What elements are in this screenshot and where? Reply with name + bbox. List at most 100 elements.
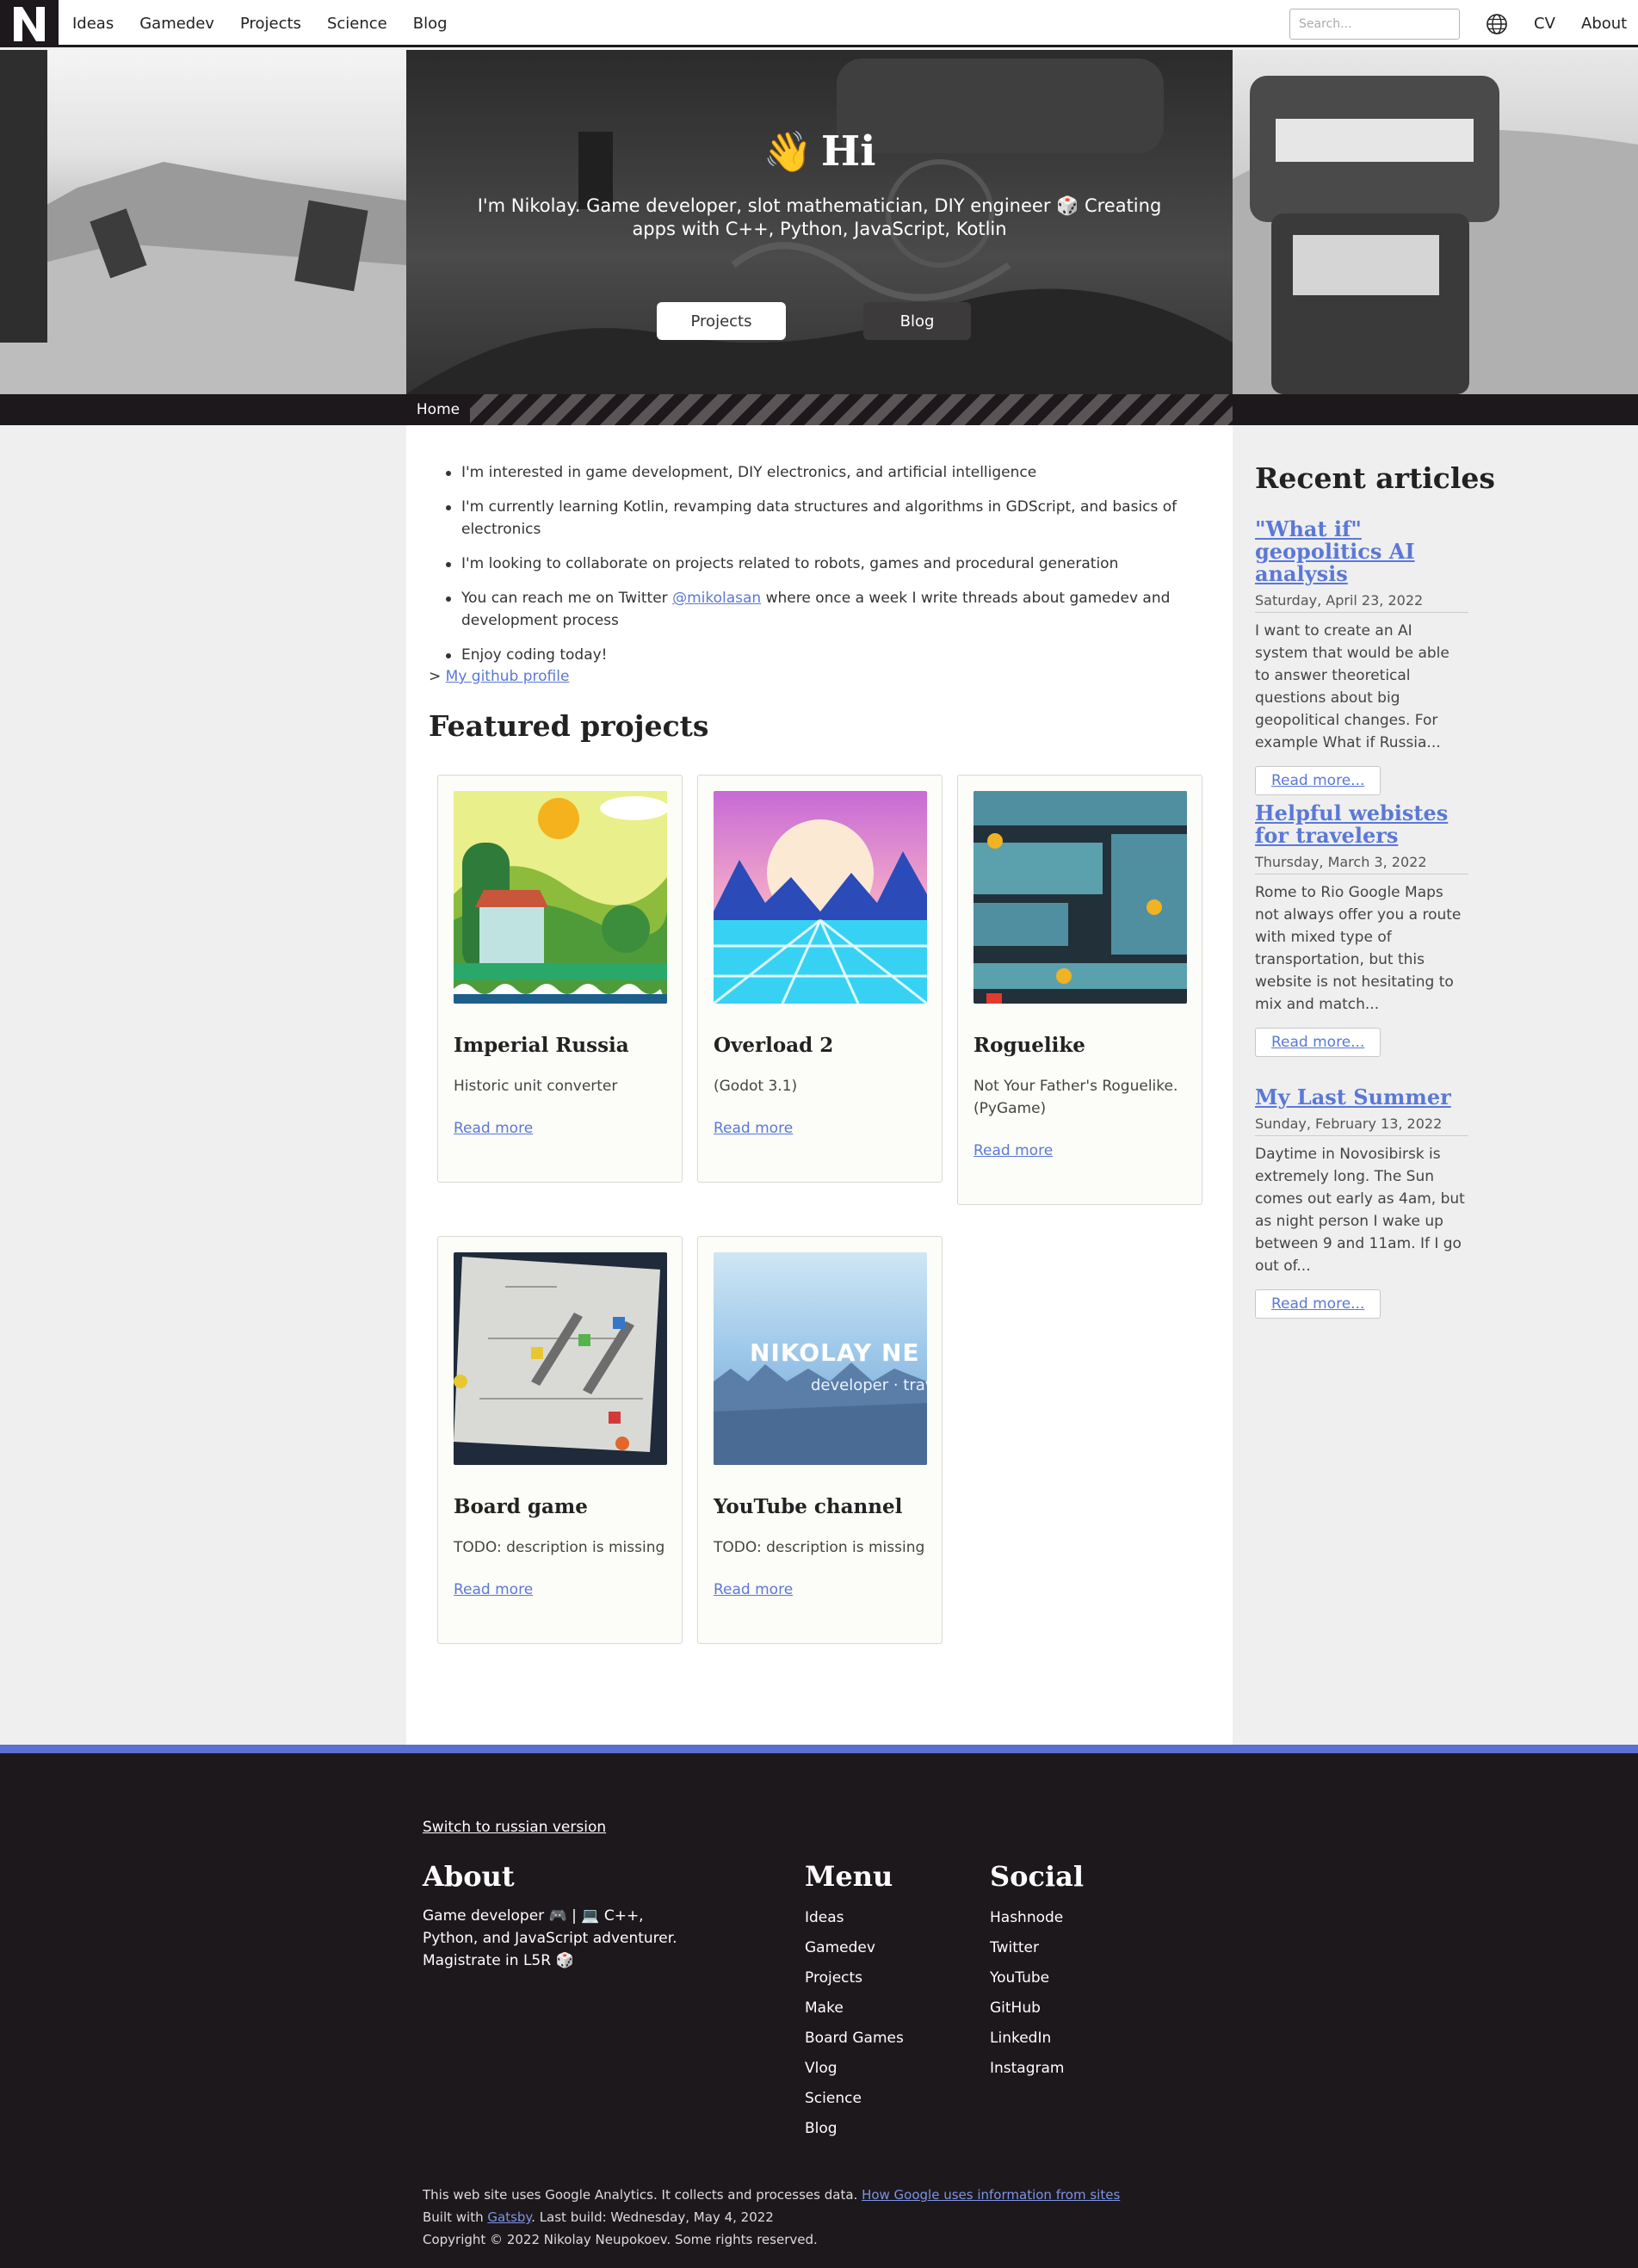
footer-menu-item-science[interactable]: Science: [805, 2084, 904, 2114]
intro-item: Enjoy coding today!: [439, 644, 1214, 666]
switch-language-link[interactable]: Switch to russian version: [423, 1819, 606, 1836]
footer-accent-line: [0, 1745, 1638, 1753]
project-description: (Godot 3.1): [714, 1078, 798, 1095]
project-card-youtube-channel[interactable]: NIKOLAY NE developer · trave YouTube cha…: [697, 1236, 943, 1644]
analytics-policy-link[interactable]: How Google uses information from sites: [862, 2187, 1120, 2203]
article-preview: "What if" geopolitics AI analysis Saturd…: [1255, 518, 1468, 795]
hero-banner: 👋 Hi I'm Nikolay. Game developer, slot ma…: [0, 50, 1638, 394]
article-preview: My Last Summer Sunday, February 13, 2022…: [1255, 1086, 1468, 1319]
footer-social-linkedin[interactable]: LinkedIn: [990, 2024, 1065, 2054]
footer-social-hashnode[interactable]: Hashnode: [990, 1903, 1065, 1933]
gatsby-link[interactable]: Gatsby: [487, 2209, 531, 2225]
breadcrumb[interactable]: Home: [406, 394, 470, 425]
article-read-more-button[interactable]: Read more...: [1255, 766, 1381, 795]
project-card-overload-2[interactable]: Overload 2 (Godot 3.1) Read more: [697, 775, 943, 1183]
hero-photo-left: [0, 50, 406, 394]
read-more-link[interactable]: Read more: [454, 1120, 533, 1137]
project-description: Historic unit converter: [454, 1078, 618, 1095]
footer-about-title: About: [423, 1860, 515, 1893]
build-info: Built with Gatsby. Last build: Wednesday…: [423, 2209, 774, 2225]
article-read-more-button[interactable]: Read more...: [1255, 1289, 1381, 1319]
footer-social-youtube[interactable]: YouTube: [990, 1963, 1065, 1993]
read-more-link[interactable]: Read more: [454, 1581, 533, 1598]
project-thumbnail: [974, 791, 1187, 1004]
nav-link-cv[interactable]: CV: [1534, 15, 1555, 33]
intro-list: I'm interested in game development, DIY …: [439, 461, 1214, 678]
hero-title-text: Hi: [820, 127, 876, 176]
hero-projects-button[interactable]: Projects: [657, 302, 786, 340]
footer-menu-item-projects[interactable]: Projects: [805, 1963, 904, 1993]
project-card-roguelike[interactable]: Roguelike Not Your Father's Roguelike. (…: [957, 775, 1202, 1205]
nav-link-ideas[interactable]: Ideas: [72, 15, 114, 33]
article-excerpt: Daytime in Novosibirsk is extremely long…: [1255, 1146, 1465, 1275]
project-title: Imperial Russia: [454, 1034, 629, 1057]
footer-social-instagram[interactable]: Instagram: [990, 2054, 1065, 2084]
recent-articles-title: Recent articles: [1255, 461, 1495, 495]
github-profile-link[interactable]: My github profile: [446, 668, 570, 685]
nav-link-blog[interactable]: Blog: [413, 15, 448, 33]
article-title-link[interactable]: My Last Summer: [1255, 1085, 1451, 1109]
article-date: Thursday, March 3, 2022: [1255, 854, 1468, 874]
search-input[interactable]: [1289, 9, 1460, 40]
footer-social-github[interactable]: GitHub: [990, 1993, 1065, 2024]
analytics-notice: This web site uses Google Analytics. It …: [423, 2187, 1120, 2203]
youtube-thumb-name: NIKOLAY NE: [750, 1338, 920, 1367]
project-title: Overload 2: [714, 1034, 834, 1057]
article-date: Sunday, February 13, 2022: [1255, 1115, 1468, 1136]
nav-link-science[interactable]: Science: [327, 15, 387, 33]
nav-link-gamedev[interactable]: Gamedev: [139, 15, 214, 33]
intro-item-twitter: You can reach me on Twitter @mikolasan w…: [439, 587, 1214, 632]
footer-social-title: Social: [990, 1860, 1084, 1893]
article-preview: Helpful webistes for travelers Thursday,…: [1255, 802, 1468, 1057]
built-suffix: . Last build: Wednesday, May 4, 2022: [531, 2209, 774, 2225]
project-thumbnail: NIKOLAY NE developer · trave: [714, 1252, 927, 1465]
footer-menu-item-gamedev[interactable]: Gamedev: [805, 1933, 904, 1963]
twitter-text-before: You can reach me on Twitter: [461, 590, 673, 607]
footer-social-twitter[interactable]: Twitter: [990, 1933, 1065, 1963]
main-menu: Ideas Gamedev Projects Science Blog: [72, 0, 473, 47]
footer-social-list: Hashnode Twitter YouTube GitHub LinkedIn…: [990, 1903, 1065, 2084]
featured-projects-title: Featured projects: [429, 709, 709, 743]
hero-title: 👋 Hi: [406, 127, 1233, 176]
github-prefix: >: [429, 668, 446, 685]
project-thumbnail: [454, 791, 667, 1004]
footer-menu-item-blog[interactable]: Blog: [805, 2114, 904, 2144]
footer-menu-item-vlog[interactable]: Vlog: [805, 2054, 904, 2084]
logo-n-icon: [14, 6, 45, 41]
built-prefix: Built with: [423, 2209, 488, 2225]
footer-menu-item-make[interactable]: Make: [805, 1993, 904, 2024]
main-content: I'm interested in game development, DIY …: [406, 425, 1233, 1745]
nav-link-about[interactable]: About: [1581, 15, 1627, 33]
project-card-board-game[interactable]: Board game TODO: description is missing …: [437, 1236, 683, 1644]
twitter-handle-link[interactable]: @mikolasan: [672, 590, 761, 607]
footer-menu-title: Menu: [805, 1860, 893, 1893]
project-description: TODO: description is missing: [454, 1539, 665, 1556]
hero-blog-button[interactable]: Blog: [863, 302, 971, 340]
footer-menu-item-board-games[interactable]: Board Games: [805, 2024, 904, 2054]
read-more-link[interactable]: Read more: [974, 1142, 1053, 1159]
copyright: Copyright © 2022 Nikolay Neupokoev. Some…: [423, 2232, 818, 2247]
footer-about-text: Game developer 🎮 | 💻 C++, Python, and Ja…: [423, 1907, 677, 1969]
project-thumbnail: [714, 791, 927, 1004]
footer-menu-item-ideas[interactable]: Ideas: [805, 1903, 904, 1933]
hero-photo-right: [1233, 50, 1638, 394]
hero-subtitle: I'm Nikolay. Game developer, slot mathem…: [477, 195, 1162, 239]
site-logo[interactable]: [0, 0, 59, 47]
read-more-link[interactable]: Read more: [714, 1120, 793, 1137]
github-line: > My github profile: [429, 668, 569, 685]
analytics-text: This web site uses Google Analytics. It …: [423, 2187, 862, 2203]
waving-hand-icon: 👋: [763, 128, 813, 175]
article-read-more-button[interactable]: Read more...: [1255, 1028, 1381, 1057]
language-globe-icon[interactable]: [1486, 13, 1508, 35]
nav-link-projects[interactable]: Projects: [240, 15, 301, 33]
intro-item: I'm interested in game development, DIY …: [439, 461, 1214, 484]
project-card-imperial-russia[interactable]: Imperial Russia Historic unit converter …: [437, 775, 683, 1183]
article-date: Saturday, April 23, 2022: [1255, 592, 1468, 613]
project-description: TODO: description is missing: [714, 1539, 925, 1556]
read-more-link[interactable]: Read more: [714, 1581, 793, 1598]
article-title-link[interactable]: "What if" geopolitics AI analysis: [1255, 516, 1415, 586]
article-title-link[interactable]: Helpful webistes for travelers: [1255, 800, 1448, 848]
footer-menu-list: Ideas Gamedev Projects Make Board Games …: [805, 1903, 904, 2144]
project-description: Not Your Father's Roguelike. (PyGame): [974, 1078, 1178, 1117]
article-excerpt: I want to create an AI system that would…: [1255, 622, 1449, 751]
